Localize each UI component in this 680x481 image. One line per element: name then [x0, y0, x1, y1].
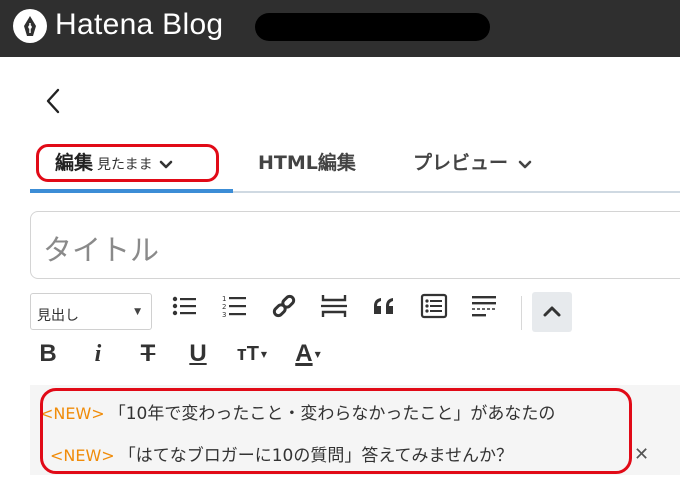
chevron-left-icon[interactable]: [40, 84, 70, 118]
tab-html-edit[interactable]: HTML編集: [258, 148, 356, 175]
page-break-icon[interactable]: [318, 290, 350, 322]
bulleted-list-icon[interactable]: [168, 290, 200, 322]
dropdown-caret-icon: ▼: [314, 349, 321, 359]
font-size-label: тT: [236, 342, 259, 365]
italic-button[interactable]: i: [82, 338, 114, 370]
hatena-pen-icon[interactable]: [13, 9, 47, 43]
link-icon[interactable]: [268, 290, 300, 322]
underline-button[interactable]: U: [182, 338, 214, 370]
font-color-label: A: [295, 340, 313, 367]
tab-preview-label: プレビュー: [413, 152, 509, 174]
chevron-up-icon: [543, 306, 561, 317]
chevron-down-icon[interactable]: [518, 153, 532, 175]
brand-name[interactable]: Hatena Blog: [55, 8, 223, 42]
bold-button[interactable]: B: [32, 338, 64, 370]
strikethrough-button[interactable]: T: [132, 338, 164, 370]
close-icon[interactable]: ✕: [634, 444, 649, 465]
font-color-button[interactable]: A ▼: [288, 338, 328, 370]
svg-text:2: 2: [222, 303, 226, 311]
font-size-button[interactable]: тT ▼: [232, 338, 272, 370]
active-tab-indicator: [30, 189, 233, 193]
tab-preview[interactable]: プレビュー: [413, 148, 532, 175]
title-placeholder: タイトル: [43, 233, 160, 267]
redacted-account-name: [255, 13, 490, 41]
table-of-contents-icon[interactable]: [418, 290, 450, 322]
heading-select-value: 見出し: [37, 308, 79, 324]
quote-icon[interactable]: [368, 290, 400, 322]
select-arrow-icon: ▼: [134, 307, 141, 317]
annotation-highlight-notice: [40, 388, 632, 474]
numbered-list-icon[interactable]: 123: [218, 290, 250, 322]
title-input[interactable]: タイトル: [30, 211, 680, 279]
dropdown-caret-icon: ▼: [260, 349, 268, 359]
svg-text:3: 3: [222, 311, 226, 319]
heading-select[interactable]: 見出し ▼: [30, 293, 152, 330]
svg-text:1: 1: [222, 295, 226, 303]
top-header: Hatena Blog: [0, 0, 680, 57]
collapse-toolbar-button[interactable]: [532, 292, 572, 332]
read-more-icon[interactable]: [468, 290, 500, 322]
toolbar-separator: [521, 296, 522, 330]
annotation-highlight-tab: [36, 144, 219, 182]
